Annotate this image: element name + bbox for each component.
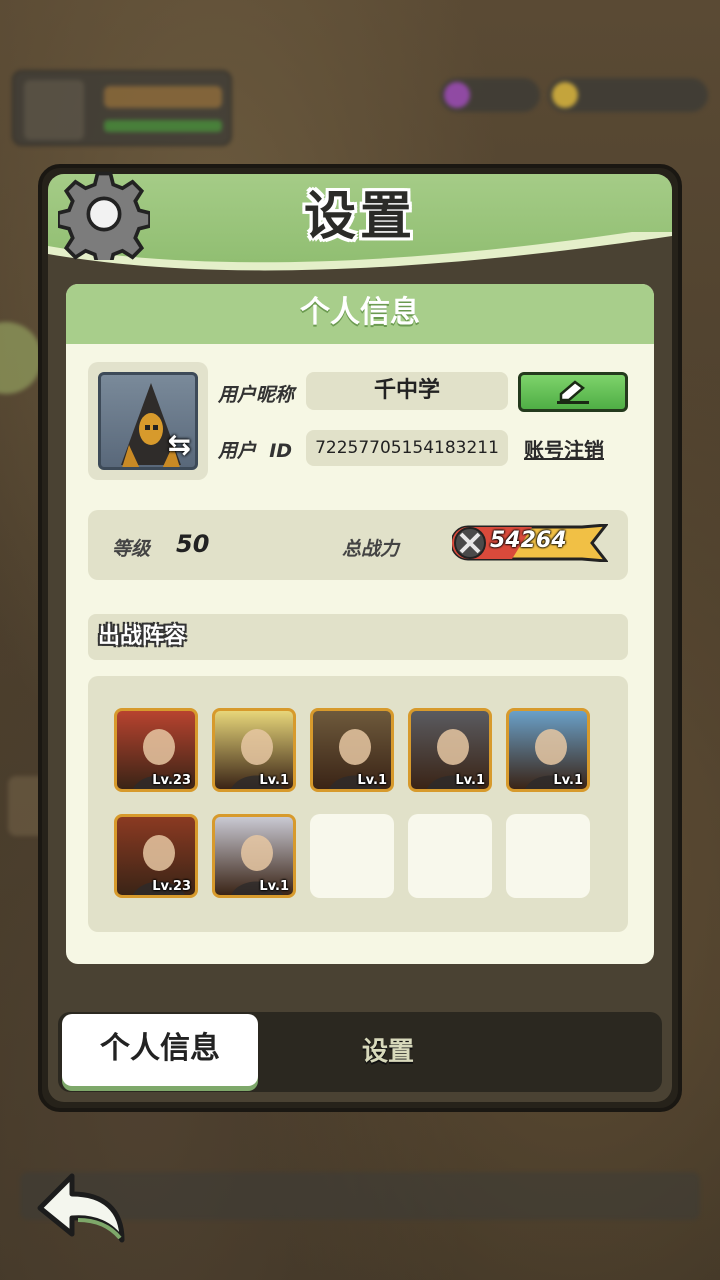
avatar-frame[interactable]: ⇆ (88, 362, 208, 480)
bg-gem-counter (440, 78, 540, 112)
empty-slot[interactable] (310, 814, 394, 898)
power-value: 54264 (490, 528, 567, 553)
stats-bar: 等级 50 总战力 54264 (88, 510, 628, 580)
hero-level: Lv.23 (152, 879, 191, 894)
hero-level: Lv.1 (259, 879, 289, 894)
hero-level: Lv.23 (152, 773, 191, 788)
hero-slot[interactable]: Lv.23 (114, 814, 198, 898)
id-label: 用户 ID (218, 440, 293, 462)
hero-level: Lv.1 (357, 773, 387, 788)
tab-profile[interactable]: 个人信息 (62, 1014, 258, 1086)
power-label: 总战力 (342, 538, 400, 560)
hero-slot[interactable]: Lv.1 (212, 814, 296, 898)
lineup-title: 出战阵容 (88, 614, 628, 660)
hero-slot[interactable]: Lv.1 (408, 708, 492, 792)
power-badge: 54264 (452, 524, 608, 562)
bg-gold-counter (548, 78, 708, 112)
level-label: 等级 (112, 538, 151, 560)
edit-icon (557, 380, 589, 404)
lineup-grid: Lv.23 Lv.1 Lv.1 Lv.1 Lv.1 Lv.23 Lv.1 (88, 676, 628, 932)
page-title: 设置 (303, 187, 416, 247)
section-title: 个人信息 (66, 284, 654, 344)
tab-bar: 个人信息 设置 (58, 1012, 662, 1092)
hero-slot[interactable]: Lv.1 (506, 708, 590, 792)
swap-icon[interactable]: ⇆ (168, 428, 191, 461)
hero-level: Lv.1 (259, 773, 289, 788)
hero-slot[interactable]: Lv.23 (114, 708, 198, 792)
empty-slot[interactable] (408, 814, 492, 898)
user-id-field: 72257705154183211 (306, 430, 508, 466)
sword-icon (459, 532, 481, 554)
nickname-field: 千中学 (306, 372, 508, 410)
hero-slot[interactable]: Lv.1 (310, 708, 394, 792)
edit-nickname-button[interactable] (518, 372, 628, 412)
bg-side-button (0, 322, 42, 394)
bg-player-card (12, 70, 232, 146)
hero-level: Lv.1 (553, 773, 583, 788)
back-arrow-icon[interactable] (34, 1170, 130, 1246)
avatar[interactable]: ⇆ (98, 372, 198, 470)
profile-card: 个人信息 ⇆ 用户昵称 千中学 用户 ID 72257705154183211 … (66, 284, 654, 964)
hero-level: Lv.1 (455, 773, 485, 788)
hero-slot[interactable]: Lv.1 (212, 708, 296, 792)
empty-slot[interactable] (506, 814, 590, 898)
level-value: 50 (176, 530, 210, 558)
cancel-account-link[interactable]: 账号注销 (524, 434, 604, 463)
nickname-label: 用户昵称 (218, 384, 295, 406)
tab-settings[interactable]: 设置 (318, 1014, 458, 1086)
